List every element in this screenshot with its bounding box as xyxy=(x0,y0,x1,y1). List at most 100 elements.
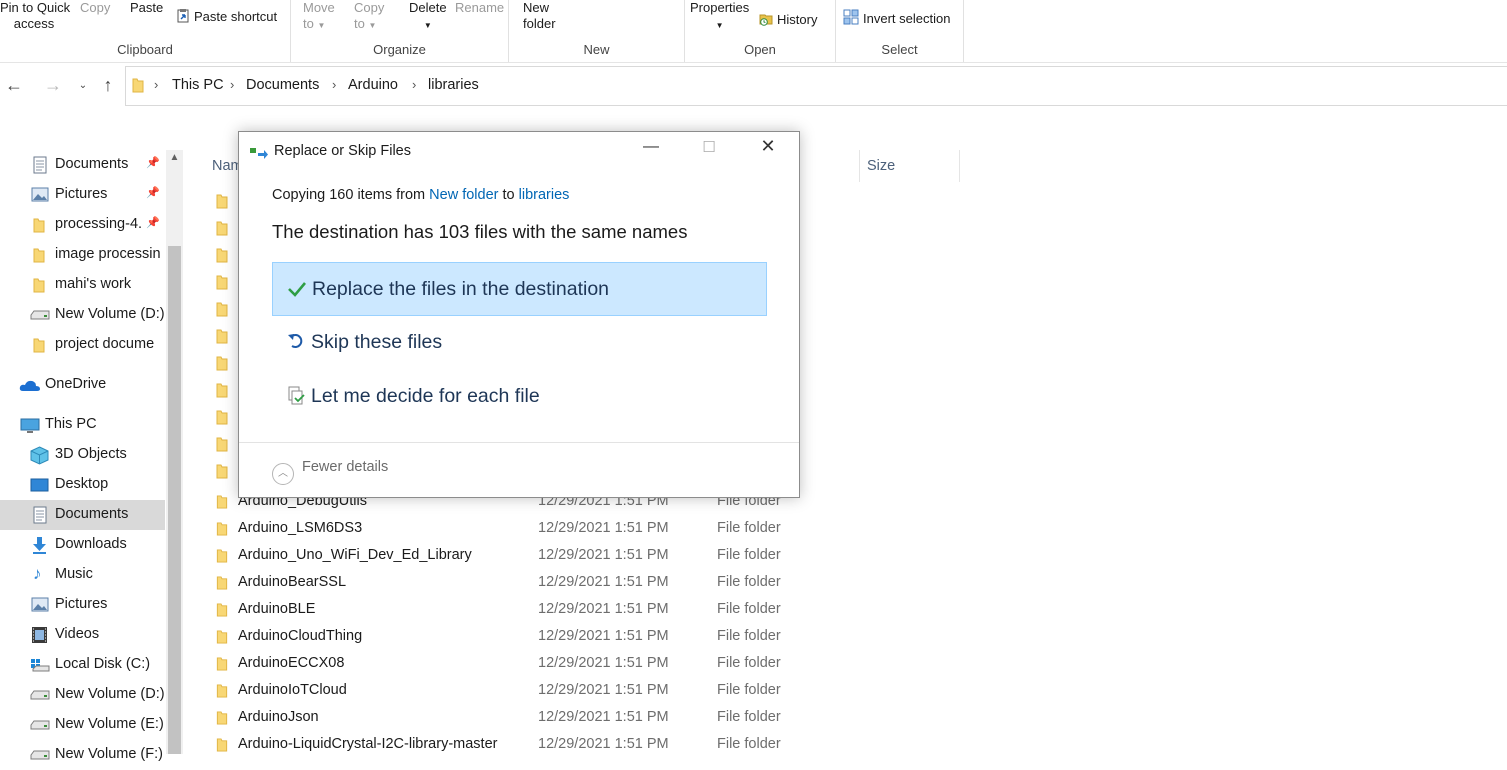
sidebar-item-local-disk-c[interactable]: Local Disk (C:) xyxy=(0,650,165,680)
copy-to-chevron-icon: ▼ xyxy=(368,21,377,30)
replace-files-option[interactable]: Replace the files in the destination xyxy=(272,262,767,316)
sidebar-item-desktop[interactable]: Desktop xyxy=(0,470,165,500)
file-row[interactable]: Arduino-LiquidCrystal-I2C-library-master… xyxy=(212,732,1012,759)
folder-icon xyxy=(216,275,228,290)
sidebar-item-documents[interactable]: Documents xyxy=(0,500,165,530)
minimize-icon[interactable]: — xyxy=(628,138,674,156)
file-type: File folder xyxy=(717,736,781,752)
new-folder-button[interactable]: New folder xyxy=(523,0,556,32)
file-name: Arduino-LiquidCrystal-I2C-library-master xyxy=(238,736,498,752)
sidebar-item-downloads[interactable]: Downloads xyxy=(0,530,165,560)
sidebar-item-new-volume-e[interactable]: New Volume (E:) xyxy=(0,710,165,740)
delete-button[interactable]: Delete ▼ xyxy=(409,0,447,34)
source-folder-link[interactable]: New folder xyxy=(429,187,498,203)
sidebar-item-videos[interactable]: Videos xyxy=(0,620,165,650)
destination-folder-link[interactable]: libraries xyxy=(519,187,570,203)
up-arrow-icon[interactable]: ↑ xyxy=(97,75,119,96)
move-to-chevron-icon: ▼ xyxy=(317,21,326,30)
sidebar-item-pictures-pinned[interactable]: Pictures 📌 xyxy=(0,180,165,210)
file-row[interactable]: ArduinoBearSSL 12/29/2021 1:51 PM File f… xyxy=(212,570,1012,597)
skip-files-option[interactable]: Skip these files xyxy=(272,316,765,368)
sidebar-item-label: Pictures xyxy=(55,596,108,612)
breadcrumb-arduino[interactable]: Arduino xyxy=(348,77,398,93)
sidebar-item-image-processing[interactable]: image processin xyxy=(0,240,165,270)
maximize-icon[interactable]: ☐ xyxy=(686,138,732,156)
sidebar-item-pictures[interactable]: Pictures xyxy=(0,590,165,620)
fewer-details-toggle[interactable]: ︿ Fewer details xyxy=(272,459,388,485)
file-row[interactable]: ArduinoIoTCloud 12/29/2021 1:51 PM File … xyxy=(212,678,1012,705)
rename-label: Rename xyxy=(455,0,505,15)
paste-button[interactable]: Paste xyxy=(130,0,163,16)
breadcrumb-libraries[interactable]: libraries xyxy=(428,77,479,93)
file-name: ArduinoBearSSL xyxy=(238,574,347,590)
close-icon[interactable]: ✕ xyxy=(745,136,791,157)
sidebar-item-this-pc[interactable]: This PC xyxy=(0,410,165,440)
sidebar-item-label: image processin xyxy=(55,246,161,262)
folder-icon xyxy=(216,711,228,725)
forward-arrow-icon[interactable]: → xyxy=(42,75,64,96)
sidebar-item-label: Local Disk (C:) xyxy=(55,656,151,672)
sidebar-item-music[interactable]: ♪ Music xyxy=(0,560,165,590)
properties-button[interactable]: Properties ▼ xyxy=(690,0,749,34)
copy-button[interactable]: Copy xyxy=(80,0,110,16)
file-type: File folder xyxy=(717,520,781,536)
column-header-size[interactable]: Size xyxy=(867,158,895,174)
invert-selection-button[interactable]: Invert selection xyxy=(843,9,950,27)
file-date: 12/29/2021 1:51 PM xyxy=(538,520,669,536)
properties-chevron-icon: ▼ xyxy=(715,21,724,30)
sidebar-item-label: Documents xyxy=(55,156,129,172)
select-group-label: Select xyxy=(881,42,918,57)
option-label: Let me decide for each file xyxy=(311,385,540,407)
sidebar-item-processing[interactable]: processing-4. 📌 xyxy=(0,210,165,240)
properties-label: Properties xyxy=(690,0,750,15)
pin-to-quick-access-button[interactable]: Pin to Quick access xyxy=(0,0,70,32)
sidebar-item-onedrive[interactable]: OneDrive xyxy=(0,370,165,400)
history-button[interactable]: History xyxy=(759,12,817,28)
navigation-pane: Documents 📌 Pictures 📌 processing-4. 📌 i… xyxy=(0,150,185,762)
file-row[interactable]: ArduinoBLE 12/29/2021 1:51 PM File folde… xyxy=(212,597,1012,624)
rename-button[interactable]: Rename xyxy=(455,0,504,16)
file-row[interactable]: ArduinoECCX08 12/29/2021 1:51 PM File fo… xyxy=(212,651,1012,678)
file-row[interactable]: Arduino_Uno_WiFi_Dev_Ed_Library 12/29/20… xyxy=(212,543,1012,570)
sidebar-item-new-volume-d-quick[interactable]: New Volume (D:) xyxy=(0,300,165,330)
copy-to-line2: to xyxy=(354,16,365,31)
folder-icon xyxy=(33,338,45,353)
new-folder-line2: folder xyxy=(523,16,556,31)
paste-shortcut-button[interactable]: Paste shortcut xyxy=(176,9,277,25)
scrollbar-thumb[interactable] xyxy=(168,246,181,754)
scroll-up-chevron-icon[interactable]: ▲ xyxy=(166,152,183,163)
decide-each-file-option[interactable]: Let me decide for each file xyxy=(272,370,765,422)
copy-to-button[interactable]: Copy to ▼ xyxy=(354,0,384,34)
sidebar-item-mahis-work[interactable]: mahi's work xyxy=(0,270,165,300)
pin-icon: 📌 xyxy=(146,217,160,229)
recent-locations-chevron-icon[interactable]: ⌄ xyxy=(72,80,94,91)
address-bar[interactable]: › This PC › Documents › Arduino › librar… xyxy=(125,66,1507,106)
sidebar-item-new-volume-f[interactable]: New Volume (F:) xyxy=(0,740,165,770)
file-row[interactable]: ArduinoJson 12/29/2021 1:51 PM File fold… xyxy=(212,705,1012,732)
back-arrow-icon[interactable]: ← xyxy=(3,75,25,96)
local-disk-icon xyxy=(31,659,50,672)
folder-icon xyxy=(216,383,228,398)
pin-label-line2: access xyxy=(13,16,55,31)
sidebar-item-3d-objects[interactable]: 3D Objects xyxy=(0,440,165,470)
sidebar-item-documents-pinned[interactable]: Documents 📌 xyxy=(0,150,165,180)
folder-icon xyxy=(216,410,228,425)
file-name: Arduino_LSM6DS3 xyxy=(238,520,363,536)
breadcrumb-this-pc[interactable]: This PC xyxy=(172,77,224,93)
fewer-details-label: Fewer details xyxy=(302,459,389,475)
ribbon-group-open: Properties ▼ History Open xyxy=(685,0,836,62)
file-date: 12/29/2021 1:51 PM xyxy=(538,655,669,671)
move-to-button[interactable]: Move to ▼ xyxy=(303,0,335,34)
file-row[interactable]: ArduinoCloudThing 12/29/2021 1:51 PM Fil… xyxy=(212,624,1012,651)
breadcrumb-separator-icon: › xyxy=(230,77,235,92)
file-date: 12/29/2021 1:51 PM xyxy=(538,736,669,752)
file-row[interactable]: Arduino_LSM6DS3 12/29/2021 1:51 PM File … xyxy=(212,516,1012,543)
sidebar-item-label: Videos xyxy=(55,626,100,642)
sidebar-scrollbar[interactable]: ▲ xyxy=(166,150,183,754)
sidebar-item-project-documents[interactable]: project docume xyxy=(0,330,165,360)
new-group-label: New xyxy=(583,42,610,57)
sidebar-item-new-volume-d[interactable]: New Volume (D:) xyxy=(0,680,165,710)
file-name: ArduinoJson xyxy=(238,709,319,725)
history-icon xyxy=(759,14,773,26)
breadcrumb-documents[interactable]: Documents xyxy=(246,77,319,93)
